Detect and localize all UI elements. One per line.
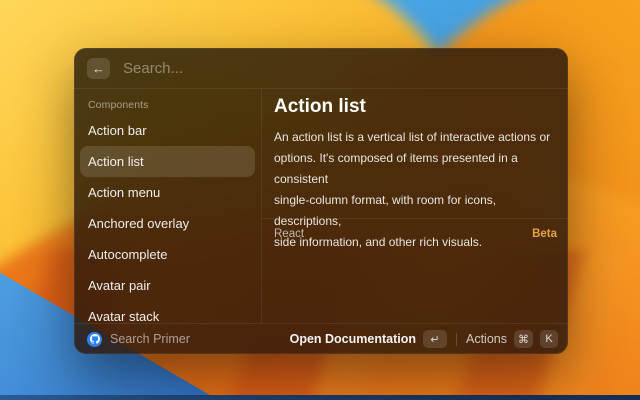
back-button[interactable]: ← <box>87 58 110 79</box>
framework-label: React <box>274 228 304 240</box>
detail-panel: Action list An action list is a vertical… <box>262 89 568 323</box>
github-icon <box>87 332 102 347</box>
footer-divider <box>456 333 457 346</box>
open-documentation-button[interactable]: Open Documentation ↵ <box>290 330 447 348</box>
sidebar-item-action-menu[interactable]: Action menu <box>80 177 255 208</box>
sidebar-item-action-list[interactable]: Action list <box>80 146 255 177</box>
open-documentation-label: Open Documentation <box>290 332 416 346</box>
wallpaper-bottom-strip <box>0 395 640 400</box>
meta-row: React Beta <box>262 219 568 248</box>
return-key-icon: ↵ <box>423 330 447 348</box>
sidebar-item-avatar-pair[interactable]: Avatar pair <box>80 270 255 301</box>
footer-actions: Open Documentation ↵ Actions ⌘ K <box>290 330 558 348</box>
app-name: Search Primer <box>110 332 190 346</box>
search-bar: ← <box>74 48 568 89</box>
components-sidebar: Components Action bar Action list Action… <box>74 89 262 323</box>
detail-content: Action list An action list is a vertical… <box>262 89 568 219</box>
sidebar-item-anchored-overlay[interactable]: Anchored overlay <box>80 208 255 239</box>
k-key-icon: K <box>540 330 558 348</box>
window-body: Components Action bar Action list Action… <box>74 89 568 323</box>
sidebar-item-action-bar[interactable]: Action bar <box>80 115 255 146</box>
actions-menu-button[interactable]: Actions ⌘ K <box>466 330 558 348</box>
actions-label: Actions <box>466 332 507 346</box>
search-input[interactable] <box>121 59 555 78</box>
command-key-icon: ⌘ <box>514 330 533 348</box>
detail-title: Action list <box>274 96 564 118</box>
section-header: Components <box>88 99 255 111</box>
sidebar-item-autocomplete[interactable]: Autocomplete <box>80 239 255 270</box>
desktop: ← Components Action bar Action list Acti… <box>0 0 640 400</box>
back-arrow-icon: ← <box>92 61 105 76</box>
launcher-window: ← Components Action bar Action list Acti… <box>74 48 568 354</box>
footer-bar: Search Primer Open Documentation ↵ Actio… <box>74 323 568 354</box>
beta-badge: Beta <box>532 228 557 240</box>
